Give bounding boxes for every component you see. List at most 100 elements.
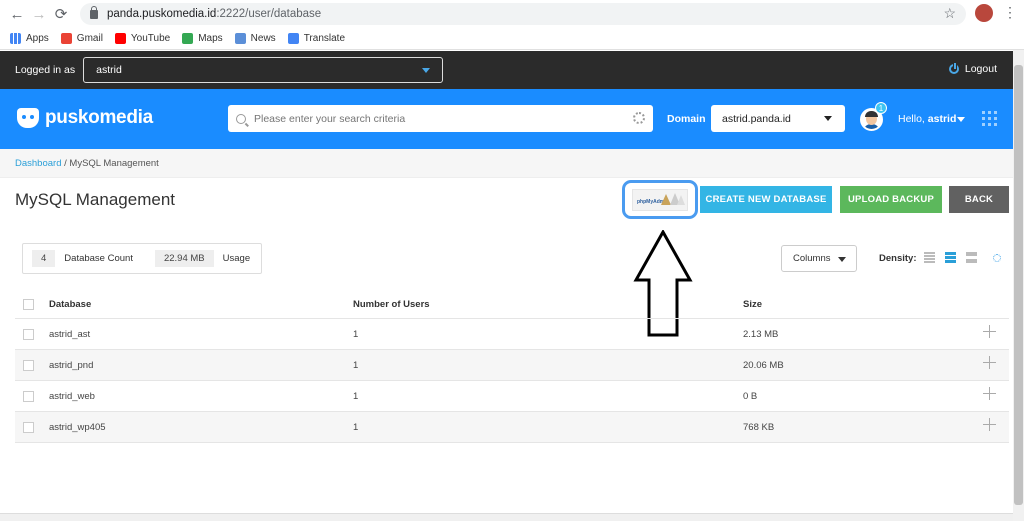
table-row[interactable]: astrid_web 1 0 B (15, 381, 1009, 412)
table-row[interactable]: astrid_pnd 1 20.06 MB (15, 350, 1009, 381)
user-menu[interactable]: Hello, astrid (898, 113, 956, 125)
create-database-button[interactable]: CREATE NEW DATABASE (700, 186, 832, 213)
refresh-icon[interactable] (993, 254, 1001, 262)
row-checkbox[interactable] (23, 329, 34, 340)
user-count: 1 (353, 360, 359, 371)
table-row[interactable]: astrid_wp405 1 768 KB (15, 412, 1009, 443)
density-standard-icon[interactable] (945, 252, 956, 263)
database-size: 20.06 MB (743, 360, 784, 371)
search-input[interactable] (254, 112, 634, 125)
address-bar[interactable]: panda.puskomedia.id:2222/user/database ☆ (80, 3, 966, 25)
domain-select[interactable]: astrid.panda.id (711, 105, 845, 132)
bookmarks-bar: Apps Gmail YouTube Maps News Translate (0, 28, 1024, 50)
news-icon (234, 33, 246, 44)
user-select-value: astrid (96, 64, 122, 76)
expand-plus-icon[interactable] (983, 418, 996, 431)
database-count-label: Database Count (64, 253, 133, 264)
density-compact-icon[interactable] (924, 252, 935, 263)
browser-menu-icon[interactable]: ⋮ (1003, 4, 1017, 21)
breadcrumb-current: MySQL Management (69, 157, 159, 169)
bookmark-gmail[interactable]: Gmail (60, 33, 103, 44)
youtube-icon (114, 33, 126, 44)
database-stats: 4 Database Count 22.94 MB Usage (22, 243, 262, 274)
bookmark-translate[interactable]: Translate (287, 33, 345, 44)
database-size: 0 B (743, 391, 758, 402)
database-name: astrid_ast (49, 329, 91, 340)
apps-icon (10, 33, 21, 44)
gear-icon[interactable] (633, 112, 645, 124)
search-icon (236, 113, 246, 124)
chevron-down-icon[interactable] (957, 117, 965, 122)
database-name: astrid_wp405 (49, 422, 106, 433)
app-header: puskomedia Domain astrid.panda.id (0, 89, 1013, 149)
logout-link[interactable]: Logout (948, 62, 997, 75)
logged-in-label: Logged in as (15, 64, 76, 76)
column-header-size[interactable]: Size (743, 299, 762, 310)
usage-label: Usage (222, 253, 251, 264)
page-scrollbar[interactable] (1013, 50, 1024, 521)
bookmark-star-icon[interactable]: ☆ (943, 5, 956, 22)
phpmyadmin-logo-icon: phpMyAdmin (632, 188, 688, 211)
database-size: 2.13 MB (743, 329, 779, 340)
phpmyadmin-button[interactable]: phpMyAdmin (622, 180, 698, 219)
row-checkbox[interactable] (23, 391, 34, 402)
bookmark-apps[interactable]: Apps (10, 33, 49, 44)
column-header-users[interactable]: Number of Users (353, 299, 430, 310)
database-count-value: 4 (32, 250, 56, 267)
expand-plus-icon[interactable] (983, 356, 996, 369)
domain-select-value: astrid.panda.id (722, 112, 791, 125)
expand-plus-icon[interactable] (983, 387, 996, 400)
user-count: 1 (353, 391, 359, 402)
usage-value: 22.94 MB (154, 250, 214, 267)
forward-arrow-icon[interactable]: → (28, 6, 50, 23)
user-count: 1 (353, 329, 359, 340)
cat-logo-icon (17, 108, 39, 128)
back-button[interactable]: BACK (949, 186, 1009, 213)
bookmark-youtube[interactable]: YouTube (114, 33, 170, 44)
chevron-down-icon (422, 68, 431, 73)
bookmark-maps[interactable]: Maps (182, 33, 223, 44)
lock-icon (90, 5, 98, 19)
density-label: Density: (879, 253, 917, 264)
logged-in-bar: Logged in as astrid Logout (0, 51, 1013, 89)
reload-icon[interactable]: ⟳ (50, 5, 72, 23)
power-icon (948, 62, 959, 74)
url-path: :2222/user/database (216, 8, 322, 20)
translate-icon (287, 33, 299, 44)
row-checkbox[interactable] (23, 422, 34, 433)
bookmark-news[interactable]: News (234, 33, 276, 44)
column-header-database[interactable]: Database (49, 299, 91, 310)
notification-badge[interactable]: 1 (875, 102, 887, 114)
database-size: 768 KB (743, 422, 775, 433)
back-arrow-icon[interactable]: ← (6, 6, 28, 23)
scrollbar-thumb[interactable] (1014, 65, 1023, 505)
select-all-checkbox[interactable] (23, 299, 34, 310)
url-host: panda.puskomedia.id (107, 8, 217, 20)
search-box (228, 105, 653, 132)
database-name: astrid_web (49, 391, 95, 402)
table-header-row: Database Number of Users Size (15, 289, 1009, 319)
table-row[interactable]: astrid_ast 1 2.13 MB (15, 319, 1009, 350)
row-checkbox[interactable] (23, 360, 34, 371)
chevron-down-icon (824, 116, 832, 121)
browser-toolbar: ← → ⟳ panda.puskomedia.id:2222/user/data… (0, 0, 1024, 28)
columns-dropdown[interactable]: Columns (781, 245, 857, 272)
page-title: MySQL Management (15, 190, 175, 209)
breadcrumb: Dashboard / MySQL Management (0, 149, 1013, 178)
expand-plus-icon[interactable] (983, 325, 996, 338)
taskbar-edge (0, 513, 1013, 521)
database-table: Database Number of Users Size astrid_ast… (15, 289, 1009, 443)
brand-logo[interactable]: puskomedia (17, 107, 153, 129)
user-count: 1 (353, 422, 359, 433)
apps-grid-icon[interactable] (982, 111, 997, 126)
breadcrumb-dashboard-link[interactable]: Dashboard (15, 158, 61, 169)
density-comfortable-icon[interactable] (966, 252, 977, 263)
profile-avatar-icon[interactable] (975, 4, 993, 22)
chevron-down-icon (838, 257, 846, 262)
upload-backup-button[interactable]: UPLOAD BACKUP (840, 186, 942, 213)
user-select[interactable]: astrid (83, 57, 444, 83)
gmail-icon (60, 33, 72, 44)
database-name: astrid_pnd (49, 360, 94, 371)
maps-icon (182, 33, 194, 44)
domain-label: Domain (667, 113, 706, 125)
